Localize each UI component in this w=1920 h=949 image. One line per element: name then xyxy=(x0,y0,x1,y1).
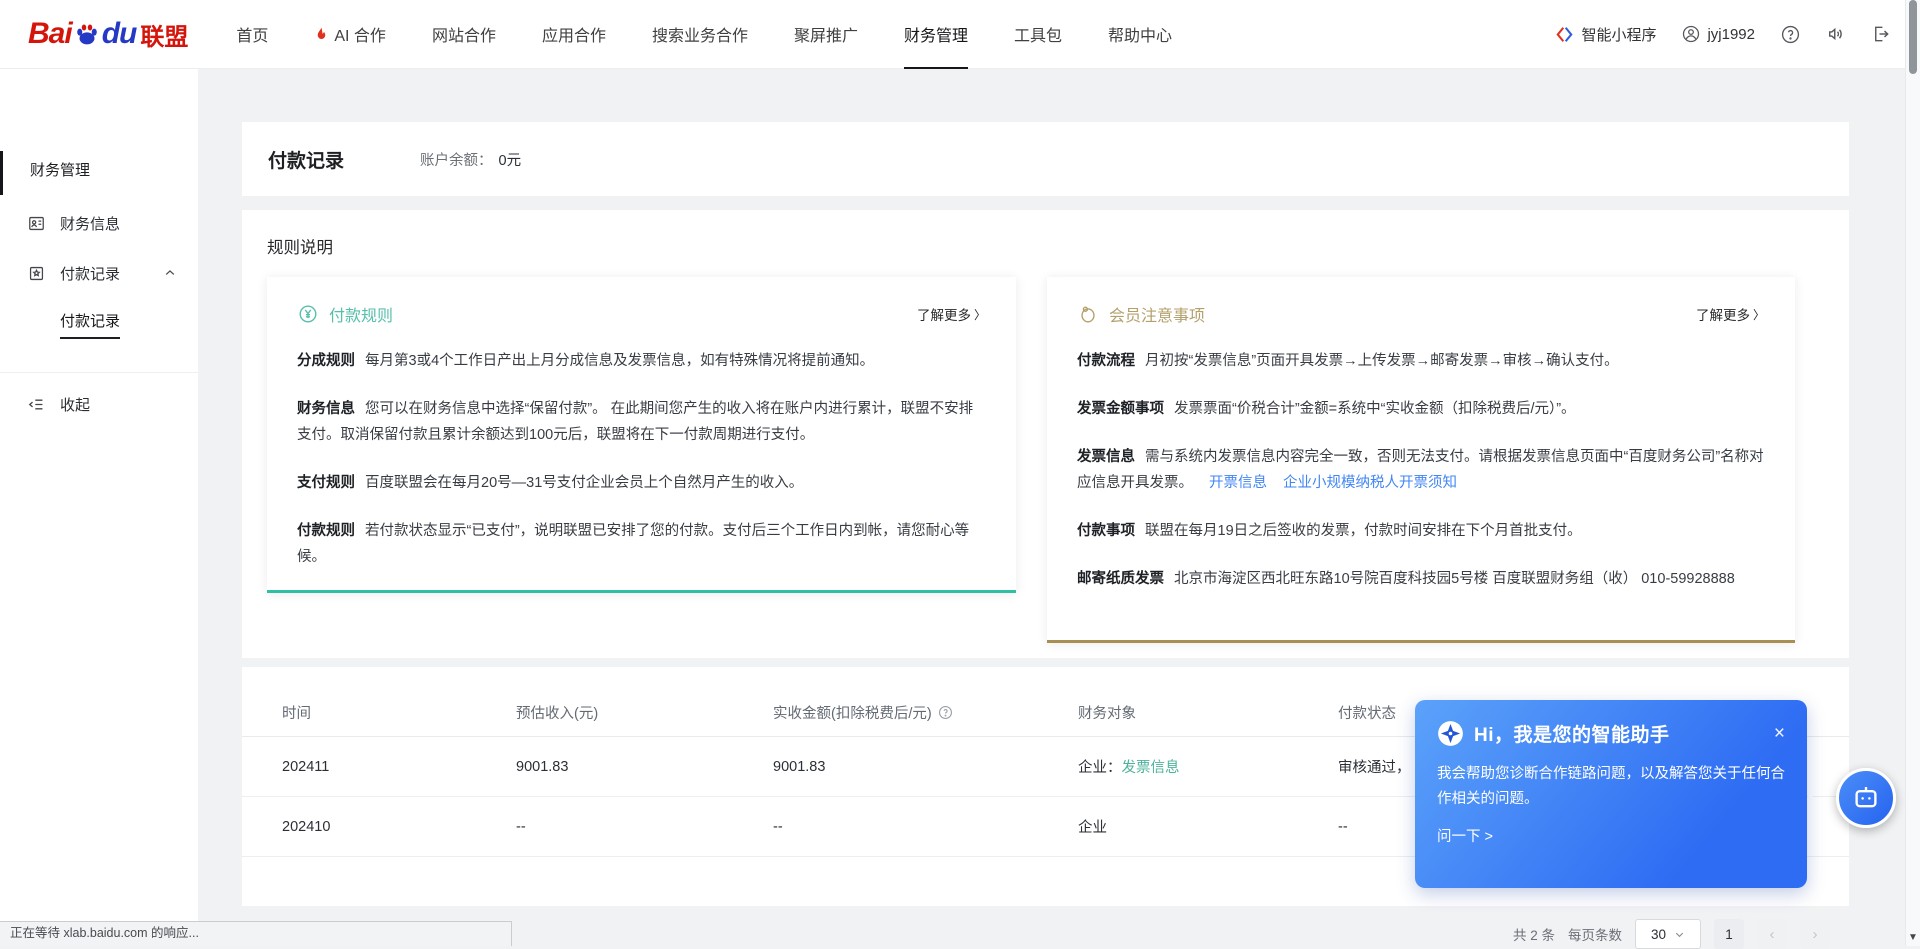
flame-icon xyxy=(314,26,329,42)
page-scrollbar[interactable]: ▼ xyxy=(1905,0,1920,946)
logo-text-bai: Bai xyxy=(28,17,72,51)
sidebar-divider xyxy=(0,372,198,373)
nav-item-screen[interactable]: 聚屏推广 xyxy=(794,0,858,69)
rule-item: 邮寄纸质发票北京市海淀区西北旺东路10号院百度科技园5号楼 百度联盟财务组（收）… xyxy=(1077,566,1765,592)
chevron-down-icon xyxy=(1674,929,1685,940)
rule-item: 发票金额事项发票票面“价税合计”金额=系统中“实收金额（扣除税费后/元）”。 xyxy=(1077,396,1765,422)
page-size-select[interactable]: 30 xyxy=(1635,919,1701,949)
main-menu: 首页 AI 合作 网站合作 应用合作 搜索业务合作 聚屏推广 财务管理 工具包 … xyxy=(236,0,1172,68)
logo-text-union: 联盟 xyxy=(140,17,188,52)
smart-miniprogram-entry[interactable]: 智能小程序 xyxy=(1555,24,1656,45)
rule-item: 分成规则每月第3或4个工作日产出上月分成信息及发票信息，如有特殊情况将提前通知。 xyxy=(297,348,986,374)
finance-info-icon xyxy=(27,214,46,233)
rule-item: 付款流程月初按“发票信息”页面开具发票→上传发票→邮寄发票→审核→确认支付。 xyxy=(1077,348,1765,374)
nav-item-help[interactable]: 帮助中心 xyxy=(1108,0,1172,69)
payment-rules-title: 付款规则 xyxy=(329,302,393,326)
coin-yuan-icon xyxy=(297,303,319,325)
invoice-info-link[interactable]: 开票信息 xyxy=(1209,475,1267,491)
col-header-time: 时间 xyxy=(242,702,476,723)
page-size-label: 每页条数 xyxy=(1568,924,1622,944)
assistant-float-button[interactable] xyxy=(1836,768,1896,828)
payment-rules-more-link[interactable]: 了解更多〉 xyxy=(917,304,986,324)
account-balance: 账户余额： 0元 xyxy=(420,149,521,170)
payment-rules-card: 付款规则 了解更多〉 分成规则每月第3或4个工作日产出上月分成信息及发票信息，如… xyxy=(267,277,1016,593)
nav-item-home[interactable]: 首页 xyxy=(236,0,268,69)
member-notice-more-link[interactable]: 了解更多〉 xyxy=(1696,304,1765,324)
rule-item: 付款规则若付款状态显示“已支付”，说明联盟已安排了您的付款。支付后三个工作日内到… xyxy=(297,518,986,570)
scrollbar-thumb[interactable] xyxy=(1909,0,1917,74)
col-header-estimated: 预估收入(元) xyxy=(476,702,733,723)
member-notice-card: 会员注意事项 了解更多〉 付款流程月初按“发票信息”页面开具发票→上传发票→邮寄… xyxy=(1047,277,1795,643)
chevron-up-icon xyxy=(163,266,177,280)
invoice-info-table-link[interactable]: 发票信息 xyxy=(1122,760,1180,776)
assistant-popup: Hi，我是您的智能助手 × 我会帮助您诊断合作链路问题，以及解答您关于任何合作相… xyxy=(1415,700,1807,888)
sidebar-subitem-payment-record[interactable]: 付款记录 xyxy=(60,310,120,339)
left-sidebar: 财务管理 财务信息 付款记录 付款记录 收 xyxy=(0,69,198,946)
browser-status-bar: 正在等待 xlab.baidu.com 的响应... xyxy=(0,921,512,946)
help-icon[interactable] xyxy=(1781,25,1800,44)
sidebar-title: 财务管理 xyxy=(30,159,90,180)
member-notice-title: 会员注意事项 xyxy=(1109,302,1205,326)
col-header-actual: 实收金额(扣除税费后/元) xyxy=(733,702,1038,723)
nav-item-ai[interactable]: AI 合作 xyxy=(314,0,386,69)
small-taxpayer-guide-link[interactable]: 企业小规模纳税人开票须知 xyxy=(1283,475,1457,491)
chevron-right-icon: 〉 xyxy=(974,306,986,323)
miniprogram-diamond-icon xyxy=(1555,25,1574,44)
info-icon[interactable] xyxy=(938,705,953,720)
rules-section-card: 规则说明 付款规则 了解更多〉 分成规则每月第3或4个工作日产出上月分成信息及发… xyxy=(242,210,1849,658)
navbar-right: 智能小程序 jyj1992 xyxy=(1555,0,1892,68)
baidu-union-logo[interactable]: Bai du 联盟 xyxy=(28,0,188,68)
col-header-finance-target: 财务对象 xyxy=(1038,702,1298,723)
baidu-paw-icon xyxy=(72,19,102,49)
member-notice-icon xyxy=(1077,303,1099,325)
balance-value: 0元 xyxy=(499,153,522,169)
next-page-button[interactable]: › xyxy=(1800,919,1830,949)
collapse-icon xyxy=(27,395,46,414)
sidebar-active-marker xyxy=(0,151,3,195)
page-number-button[interactable]: 1 xyxy=(1714,919,1744,949)
sound-icon[interactable] xyxy=(1826,24,1846,44)
nav-item-website[interactable]: 网站合作 xyxy=(432,0,496,69)
sidebar-item-payment-record[interactable]: 付款记录 xyxy=(0,255,198,291)
close-icon[interactable]: × xyxy=(1774,724,1785,743)
prev-page-button[interactable]: ‹ xyxy=(1757,919,1787,949)
nav-item-toolkit[interactable]: 工具包 xyxy=(1014,0,1062,69)
total-count: 共 2 条 xyxy=(1513,924,1555,944)
rule-item: 财务信息您可以在财务信息中选择“保留付款”。 在此期间您产生的收入将在账户内进行… xyxy=(297,396,986,448)
compass-icon xyxy=(1437,720,1464,747)
nav-item-search[interactable]: 搜索业务合作 xyxy=(652,0,748,69)
balance-label: 账户余额： xyxy=(420,153,493,169)
assistant-title: Hi，我是您的智能助手 xyxy=(1474,720,1670,747)
rules-section-title: 规则说明 xyxy=(267,234,1824,258)
scrollbar-down-arrow[interactable]: ▼ xyxy=(1907,932,1919,943)
rule-item: 付款事项联盟在每月19日之后签收的发票，付款时间安排在下个月首批支付。 xyxy=(1077,518,1765,544)
rule-item: 发票信息需与系统内发票信息内容完全一致，否则无法支付。请根据发票信息页面中“百度… xyxy=(1077,444,1765,496)
nav-item-app[interactable]: 应用合作 xyxy=(542,0,606,69)
sidebar-collapse-button[interactable]: 收起 xyxy=(0,386,198,422)
top-navbar: Bai du 联盟 首页 AI 合作 网站合作 应用合作 搜索业务合作 聚屏推广… xyxy=(0,0,1920,69)
robot-icon xyxy=(1851,783,1881,813)
logout-icon[interactable] xyxy=(1872,24,1892,44)
logo-text-du: du xyxy=(102,17,137,51)
assistant-message: 我会帮助您诊断合作链路问题，以及解答您关于任何合作相关的问题。 xyxy=(1437,762,1791,812)
user-icon xyxy=(1682,25,1700,43)
chevron-right-icon: 〉 xyxy=(1753,306,1765,323)
rule-item: 支付规则百度联盟会在每月20号—31号支付企业会员上个自然月产生的收入。 xyxy=(297,470,986,496)
ask-now-link[interactable]: 问一下 > xyxy=(1437,825,1785,846)
user-account[interactable]: jyj1992 xyxy=(1682,25,1755,43)
payment-record-icon xyxy=(27,264,46,283)
page-title: 付款记录 xyxy=(268,146,344,173)
page-header-card: 付款记录 账户余额： 0元 xyxy=(242,122,1849,196)
sidebar-item-finance-info[interactable]: 财务信息 xyxy=(0,205,198,241)
nav-item-finance[interactable]: 财务管理 xyxy=(904,0,968,69)
